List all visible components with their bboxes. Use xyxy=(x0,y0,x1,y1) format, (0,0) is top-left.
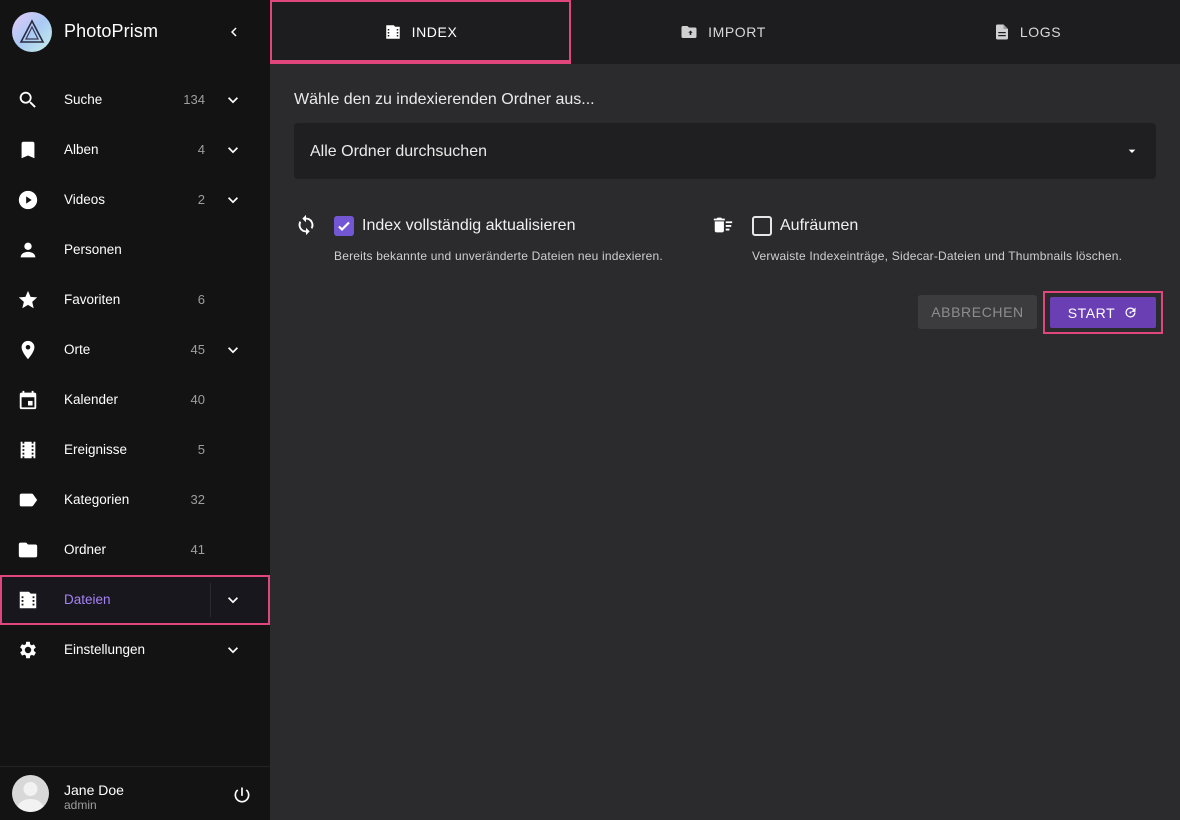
folder-film-icon xyxy=(17,589,39,611)
sidebar-item-count: 41 xyxy=(190,542,205,557)
sidebar-item-label: Ereignisse xyxy=(64,442,128,457)
sidebar-item-count: 4 xyxy=(197,142,205,157)
star-icon xyxy=(17,289,39,311)
document-icon xyxy=(995,24,1008,40)
sidebar-item-videos[interactable]: Videos 2 xyxy=(0,175,270,225)
user-role: admin xyxy=(64,798,97,812)
play-circle-icon xyxy=(17,189,39,211)
power-icon[interactable] xyxy=(230,783,254,807)
folder-prompt: Wähle den zu indexierenden Ordner aus... xyxy=(294,91,595,108)
sidebar-item-calendar[interactable]: Kalender 40 xyxy=(0,375,270,425)
tab-label: INDEX xyxy=(411,24,458,40)
sidebar-item-favorites[interactable]: Favoriten 6 xyxy=(0,275,270,325)
sidebar-item-albums[interactable]: Alben 4 xyxy=(0,125,270,175)
sidebar-item-count: 40 xyxy=(190,392,205,407)
check-icon xyxy=(338,221,350,232)
user-panel: Jane Doe admin xyxy=(0,766,270,820)
delete-sweep-icon xyxy=(710,212,736,238)
sidebar-item-settings[interactable]: Einstellungen xyxy=(0,625,270,675)
sidebar-item-count: 32 xyxy=(190,492,205,507)
chevron-down-icon[interactable] xyxy=(222,189,244,211)
gear-icon xyxy=(17,639,39,661)
chevron-down-icon[interactable] xyxy=(222,589,244,611)
refresh-icon xyxy=(1125,307,1136,318)
tab-index[interactable]: INDEX xyxy=(270,0,571,64)
folder-film-icon xyxy=(385,25,400,39)
start-button[interactable]: START xyxy=(1050,297,1156,328)
rescan-label[interactable]: Index vollständig aktualisieren xyxy=(362,217,575,235)
chevron-down-icon[interactable] xyxy=(222,639,244,661)
chevron-down-icon[interactable] xyxy=(222,339,244,361)
folder-select-value: Alle Ordner durchsuchen xyxy=(310,143,487,160)
sidebar-item-search[interactable]: Suche 134 xyxy=(0,75,270,125)
divider xyxy=(210,583,211,617)
cleanup-checkbox[interactable] xyxy=(752,216,772,236)
map-pin-icon xyxy=(17,339,39,361)
index-panel: Wähle den zu indexierenden Ordner aus...… xyxy=(270,64,1180,820)
sidebar-item-labels[interactable]: Kategorien 32 xyxy=(0,475,270,525)
brand: PhotoPrism xyxy=(0,0,270,64)
person-icon xyxy=(17,239,39,261)
bookmark-icon xyxy=(17,139,39,161)
chevron-down-icon[interactable] xyxy=(222,139,244,161)
sync-icon xyxy=(293,212,319,238)
sidebar-item-folders[interactable]: Ordner 41 xyxy=(0,525,270,575)
sidebar-item-library[interactable]: Dateien xyxy=(0,575,270,625)
sidebar-collapse-button[interactable] xyxy=(220,18,248,46)
sidebar-item-label: Dateien xyxy=(64,592,111,607)
sidebar-item-count: 134 xyxy=(183,92,205,107)
search-icon xyxy=(17,89,39,111)
start-button-highlight: START xyxy=(1043,291,1163,334)
sidebar-nav: Suche 134 Alben 4 Videos 2 Personen Favo… xyxy=(0,75,270,675)
film-icon xyxy=(17,439,39,461)
calendar-icon xyxy=(17,389,39,411)
rescan-checkbox[interactable] xyxy=(334,216,354,236)
sidebar-item-count: 2 xyxy=(197,192,205,207)
avatar[interactable] xyxy=(12,775,49,812)
sidebar-item-count: 6 xyxy=(197,292,205,307)
sidebar-item-label: Einstellungen xyxy=(64,642,146,657)
dropdown-arrow-icon xyxy=(1124,143,1140,164)
tab-label: IMPORT xyxy=(708,24,766,40)
cancel-button[interactable]: ABBRECHEN xyxy=(918,295,1037,329)
chevron-down-icon[interactable] xyxy=(222,89,244,111)
sidebar-item-label: Videos xyxy=(64,192,106,207)
sidebar-item-count: 5 xyxy=(197,442,205,457)
rescan-hint: Bereits bekannte und unveränderte Dateie… xyxy=(334,249,663,263)
sidebar-item-moments[interactable]: Ereignisse 5 xyxy=(0,425,270,475)
sidebar: PhotoPrism Suche 134 Alben 4 Videos 2 Pe… xyxy=(0,0,270,820)
cleanup-label[interactable]: Aufräumen xyxy=(780,217,858,235)
sidebar-item-label: Favoriten xyxy=(64,292,121,307)
sidebar-item-people[interactable]: Personen xyxy=(0,225,270,275)
user-name: Jane Doe xyxy=(64,782,124,798)
cleanup-hint: Verwaiste Indexeinträge, Sidecar-Dateien… xyxy=(752,249,1123,263)
label-icon xyxy=(17,489,39,511)
app-name: PhotoPrism xyxy=(64,21,159,41)
folder-upload-icon xyxy=(681,26,697,38)
sidebar-item-label: Suche xyxy=(64,92,103,107)
chevron-left-icon xyxy=(231,27,237,37)
tab-logs[interactable]: LOGS xyxy=(875,0,1180,64)
sidebar-item-label: Ordner xyxy=(64,542,107,557)
sidebar-item-label: Kalender xyxy=(64,392,119,407)
folder-icon xyxy=(17,539,39,561)
library-tabs: INDEX IMPORT LOGS xyxy=(270,0,1180,64)
sidebar-item-label: Alben xyxy=(64,142,99,157)
app-logo[interactable] xyxy=(12,12,52,52)
sidebar-item-places[interactable]: Orte 45 xyxy=(0,325,270,375)
sidebar-item-count: 45 xyxy=(190,342,205,357)
tab-label: LOGS xyxy=(1019,24,1062,40)
sidebar-item-label: Personen xyxy=(64,242,122,257)
sidebar-item-label: Orte xyxy=(64,342,91,357)
start-button-label: START xyxy=(1067,304,1116,321)
folder-select[interactable]: Alle Ordner durchsuchen xyxy=(294,123,1156,179)
tab-import[interactable]: IMPORT xyxy=(571,0,875,64)
sidebar-item-label: Kategorien xyxy=(64,492,130,507)
